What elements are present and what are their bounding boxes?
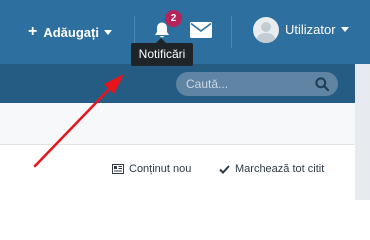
search-placeholder: Caută... xyxy=(186,77,229,91)
avatar[interactable] xyxy=(253,17,279,43)
checkmark-icon xyxy=(219,164,230,174)
new-content-label: Conținut nou xyxy=(129,163,192,175)
notification-count-badge: 2 xyxy=(165,10,182,27)
chevron-down-icon xyxy=(103,29,112,35)
user-menu[interactable]: Utilizator xyxy=(285,22,349,37)
mark-all-read-label: Marchează tot citit xyxy=(235,163,325,175)
search-input[interactable]: Caută... xyxy=(176,72,338,96)
chevron-down-icon xyxy=(340,27,349,32)
search-icon[interactable] xyxy=(315,77,329,91)
user-silhouette-icon xyxy=(256,22,276,43)
new-content-link[interactable]: Conținut nou xyxy=(112,163,191,175)
newspaper-icon xyxy=(112,164,124,174)
plus-icon: + xyxy=(28,23,38,40)
add-button[interactable]: + Adăugați xyxy=(28,22,112,42)
mark-all-read-link[interactable]: Marchează tot citit xyxy=(219,163,324,175)
add-button-label: Adăugați xyxy=(43,24,99,40)
content-header-strip xyxy=(0,103,355,145)
page-gutter xyxy=(355,64,370,200)
divider xyxy=(231,16,232,48)
envelope-icon[interactable] xyxy=(190,22,212,38)
username: Utilizator xyxy=(285,22,336,37)
notifications-tooltip: Notificări xyxy=(131,38,193,66)
